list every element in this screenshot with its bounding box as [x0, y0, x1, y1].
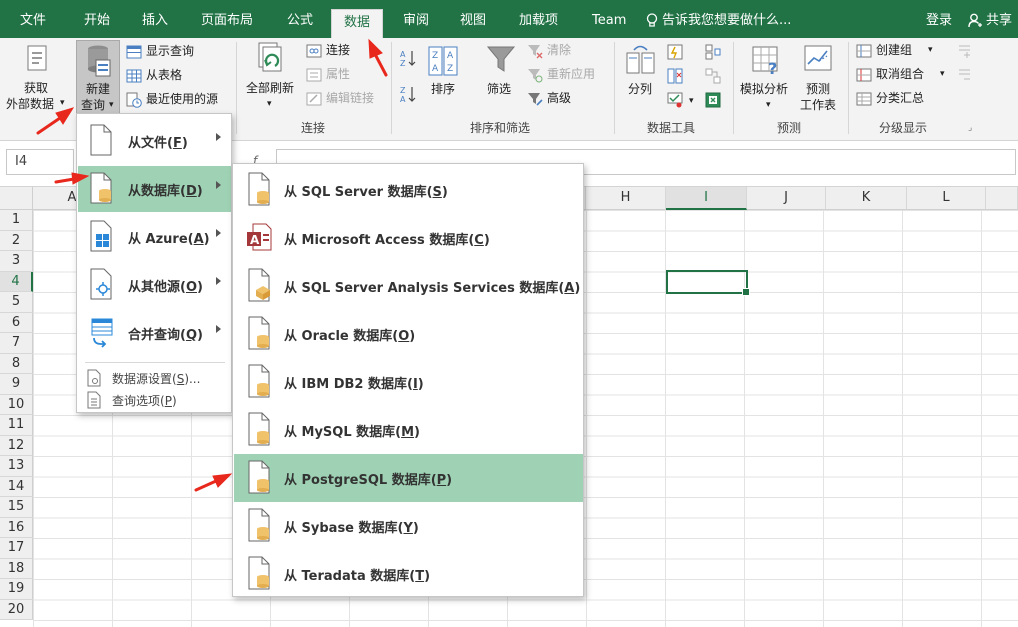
arrow-to-postgresql-icon: [194, 473, 233, 492]
annotation-arrows: [36, 38, 388, 492]
arrow-to-from-database-icon: [54, 172, 90, 185]
excel-window: 文件 开始 插入 页面布局 公式 数据 审阅 视图 加载项 Team 告诉我您想…: [0, 0, 1018, 627]
arrow-to-new-query-icon: [36, 107, 75, 135]
arrow-to-data-tab-icon: [368, 38, 388, 77]
